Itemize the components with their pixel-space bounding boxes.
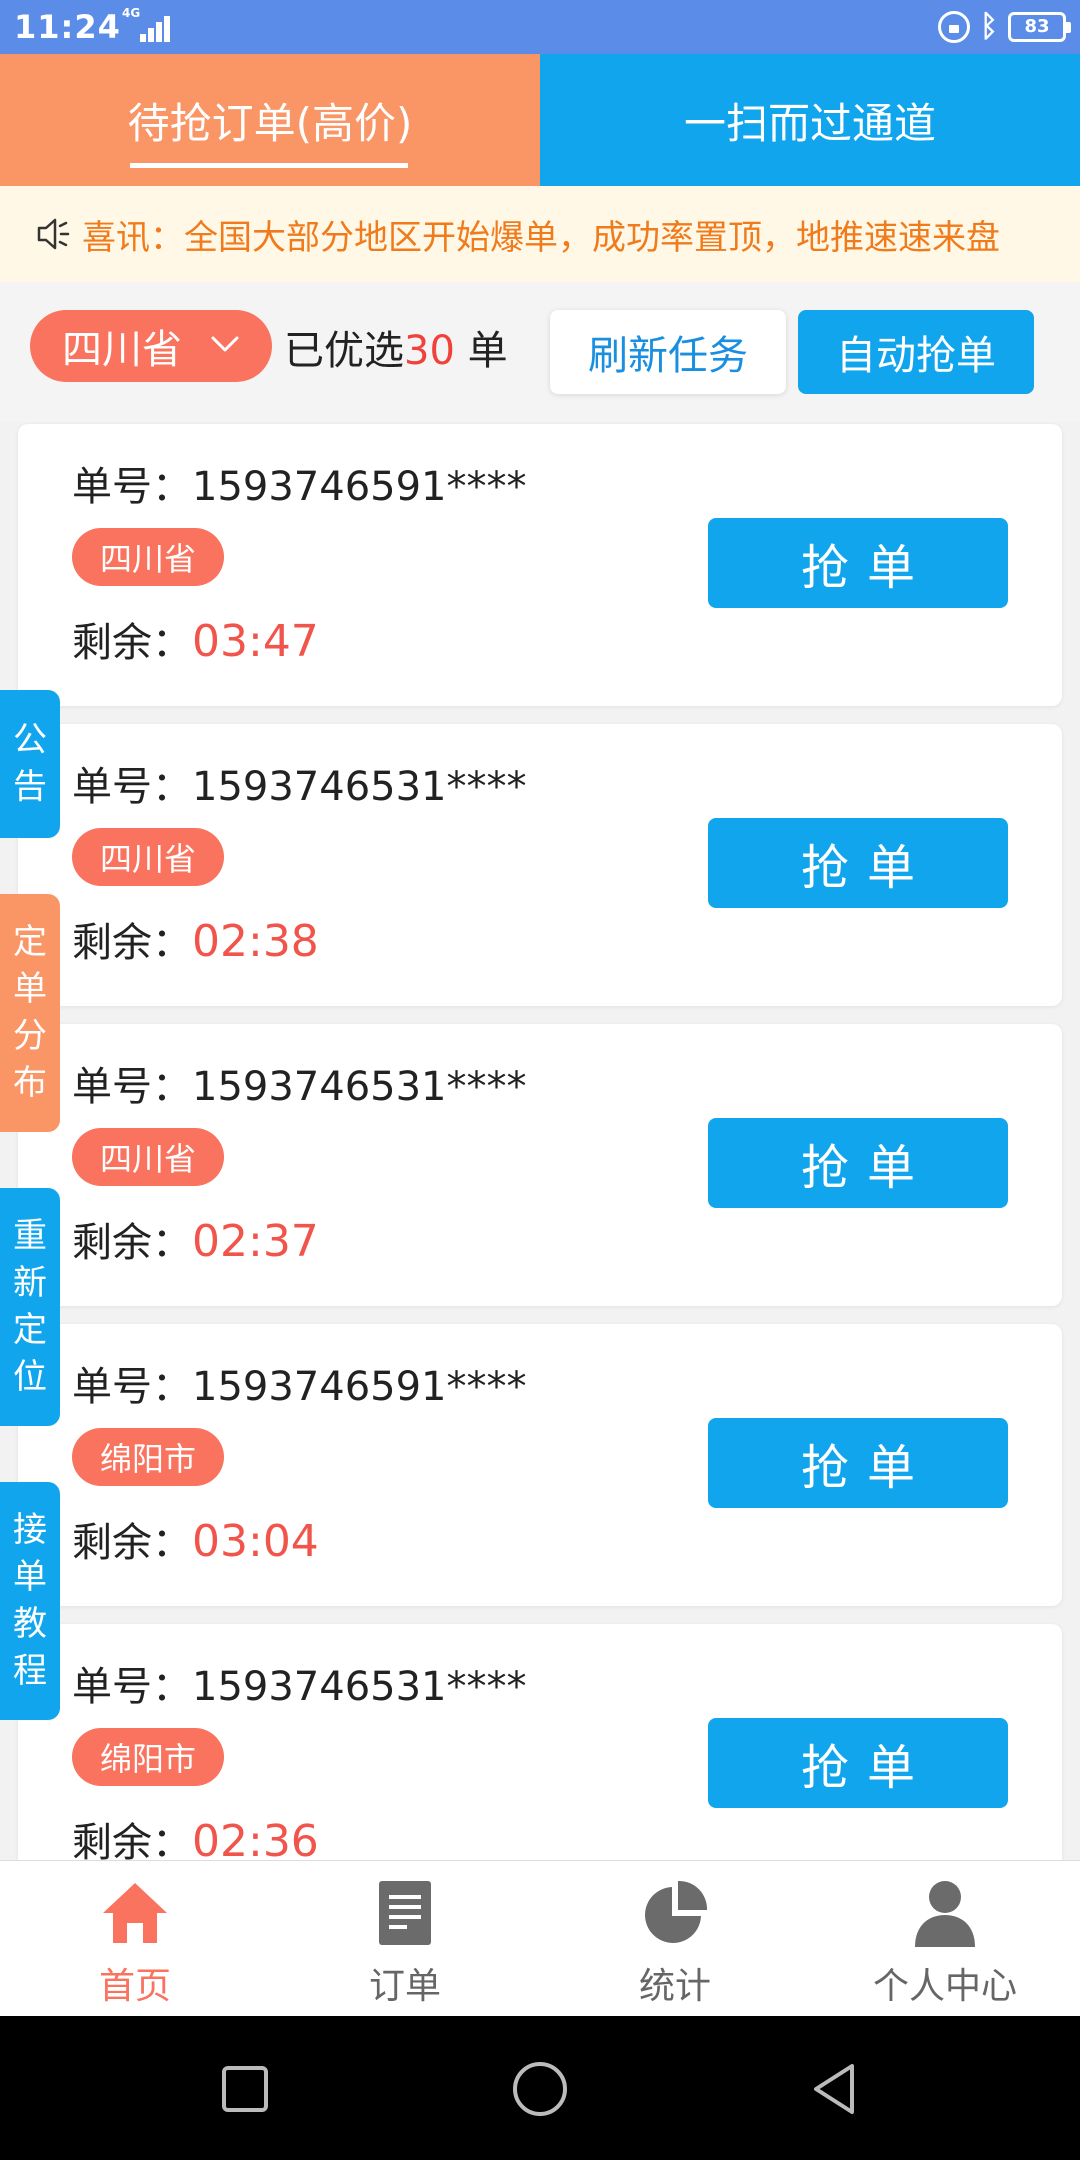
order-card: 单号：1593746531**** 绵阳市 剩余：02:36 抢单 — [18, 1624, 1062, 1860]
region-tag: 四川省 — [72, 1128, 224, 1186]
filter-row: 四川省 已优选30 单 刷新任务 自动抢单 — [0, 282, 1080, 422]
side-tab-announcement[interactable]: 公告 — [0, 690, 60, 838]
grab-order-button[interactable]: 抢单 — [708, 818, 1008, 908]
order-number: 单号：1593746591**** — [72, 464, 527, 510]
speaker-icon — [37, 218, 70, 250]
side-tab-relocate[interactable]: 重新定位 — [0, 1188, 60, 1426]
chevron-down-icon — [211, 336, 239, 352]
grab-order-button[interactable]: 抢单 — [708, 518, 1008, 608]
nav-label: 首页 — [98, 1966, 171, 2007]
status-bar: 11:24 4G ᛒ 83 — [0, 0, 1080, 54]
order-list[interactable]: 单号：1593746591**** 四川省 剩余：03:47 抢单 单号：159… — [0, 422, 1080, 1860]
pie-chart-icon — [645, 1880, 708, 1943]
side-tab-order-distribution[interactable]: 定单分布 — [0, 894, 60, 1132]
recent-apps-icon[interactable] — [214, 2058, 276, 2120]
document-icon — [379, 1881, 431, 1945]
status-time: 11:24 — [14, 8, 121, 46]
home-icon — [103, 1883, 167, 1943]
tab-quick-channel[interactable]: 一扫而过通道 — [540, 54, 1080, 186]
home-button-icon[interactable] — [509, 2058, 571, 2120]
bottom-nav: 首页 订单 统计 个人中心 — [0, 1860, 1080, 2016]
nav-label: 统计 — [638, 1966, 711, 2007]
grab-order-button[interactable]: 抢单 — [708, 1118, 1008, 1208]
notice-text: 喜讯：全国大部分地区开始爆单，成功率置顶，地推速速来盘 — [82, 217, 1000, 258]
order-number: 单号：1593746531**** — [72, 764, 527, 810]
system-nav-bar — [0, 2016, 1080, 2160]
region-tag: 绵阳市 — [72, 1728, 224, 1786]
person-icon — [915, 1881, 975, 1947]
selected-count-text: 已优选30 单 — [284, 328, 508, 374]
province-selector[interactable]: 四川省 — [30, 310, 272, 382]
nav-profile[interactable]: 个人中心 — [810, 1861, 1080, 2016]
bluetooth-icon: ᛒ — [980, 9, 998, 44]
remaining-time: 剩余：02:37 — [72, 1216, 319, 1267]
remaining-time: 剩余：02:38 — [72, 916, 319, 967]
region-tag: 四川省 — [72, 828, 224, 886]
nav-label: 个人中心 — [872, 1966, 1017, 2007]
region-tag: 绵阳市 — [72, 1428, 224, 1486]
order-number: 单号：1593746531**** — [72, 1664, 527, 1710]
province-label: 四川省 — [62, 327, 182, 373]
network-type: 4G — [122, 6, 141, 20]
nav-statistics[interactable]: 统计 — [540, 1861, 810, 2016]
tab-pending-orders[interactable]: 待抢订单(高价) — [0, 54, 540, 186]
side-tab-tutorial[interactable]: 接单教程 — [0, 1482, 60, 1720]
notice-bar: 喜讯：全国大部分地区开始爆单，成功率置顶，地推速速来盘 — [0, 186, 1080, 282]
auto-grab-button[interactable]: 自动抢单 — [798, 310, 1034, 394]
order-number: 单号：1593746531**** — [72, 1064, 527, 1110]
tab-active-underline — [130, 163, 408, 168]
grab-order-button[interactable]: 抢单 — [708, 1418, 1008, 1508]
back-icon[interactable] — [804, 2058, 866, 2120]
order-card: 单号：1593746531**** 四川省 剩余：02:38 抢单 — [18, 724, 1062, 1006]
nav-label: 订单 — [368, 1966, 441, 2007]
nav-home[interactable]: 首页 — [0, 1861, 270, 2016]
nav-orders[interactable]: 订单 — [270, 1861, 540, 2016]
order-card: 单号：1593746531**** 四川省 剩余：02:37 抢单 — [18, 1024, 1062, 1306]
remaining-time: 剩余：03:47 — [72, 616, 319, 667]
signal-icon — [140, 16, 178, 42]
tab-label: 一扫而过通道 — [683, 98, 936, 148]
remaining-time: 剩余：03:04 — [72, 1516, 319, 1567]
refresh-tasks-button[interactable]: 刷新任务 — [550, 310, 786, 394]
battery-icon: 83 — [1008, 12, 1071, 42]
order-number: 单号：1593746591**** — [72, 1364, 527, 1410]
selected-count: 30 — [404, 328, 455, 374]
order-card: 单号：1593746591**** 四川省 剩余：03:47 抢单 — [18, 424, 1062, 706]
rotation-lock-icon — [938, 11, 970, 43]
tab-label: 待抢订单(高价) — [127, 98, 413, 148]
top-tabs: 待抢订单(高价) 一扫而过通道 — [0, 54, 1080, 186]
order-card: 单号：1593746591**** 绵阳市 剩余：03:04 抢单 — [18, 1324, 1062, 1606]
grab-order-button[interactable]: 抢单 — [708, 1718, 1008, 1808]
remaining-time: 剩余：02:36 — [72, 1816, 319, 1860]
region-tag: 四川省 — [72, 528, 224, 586]
